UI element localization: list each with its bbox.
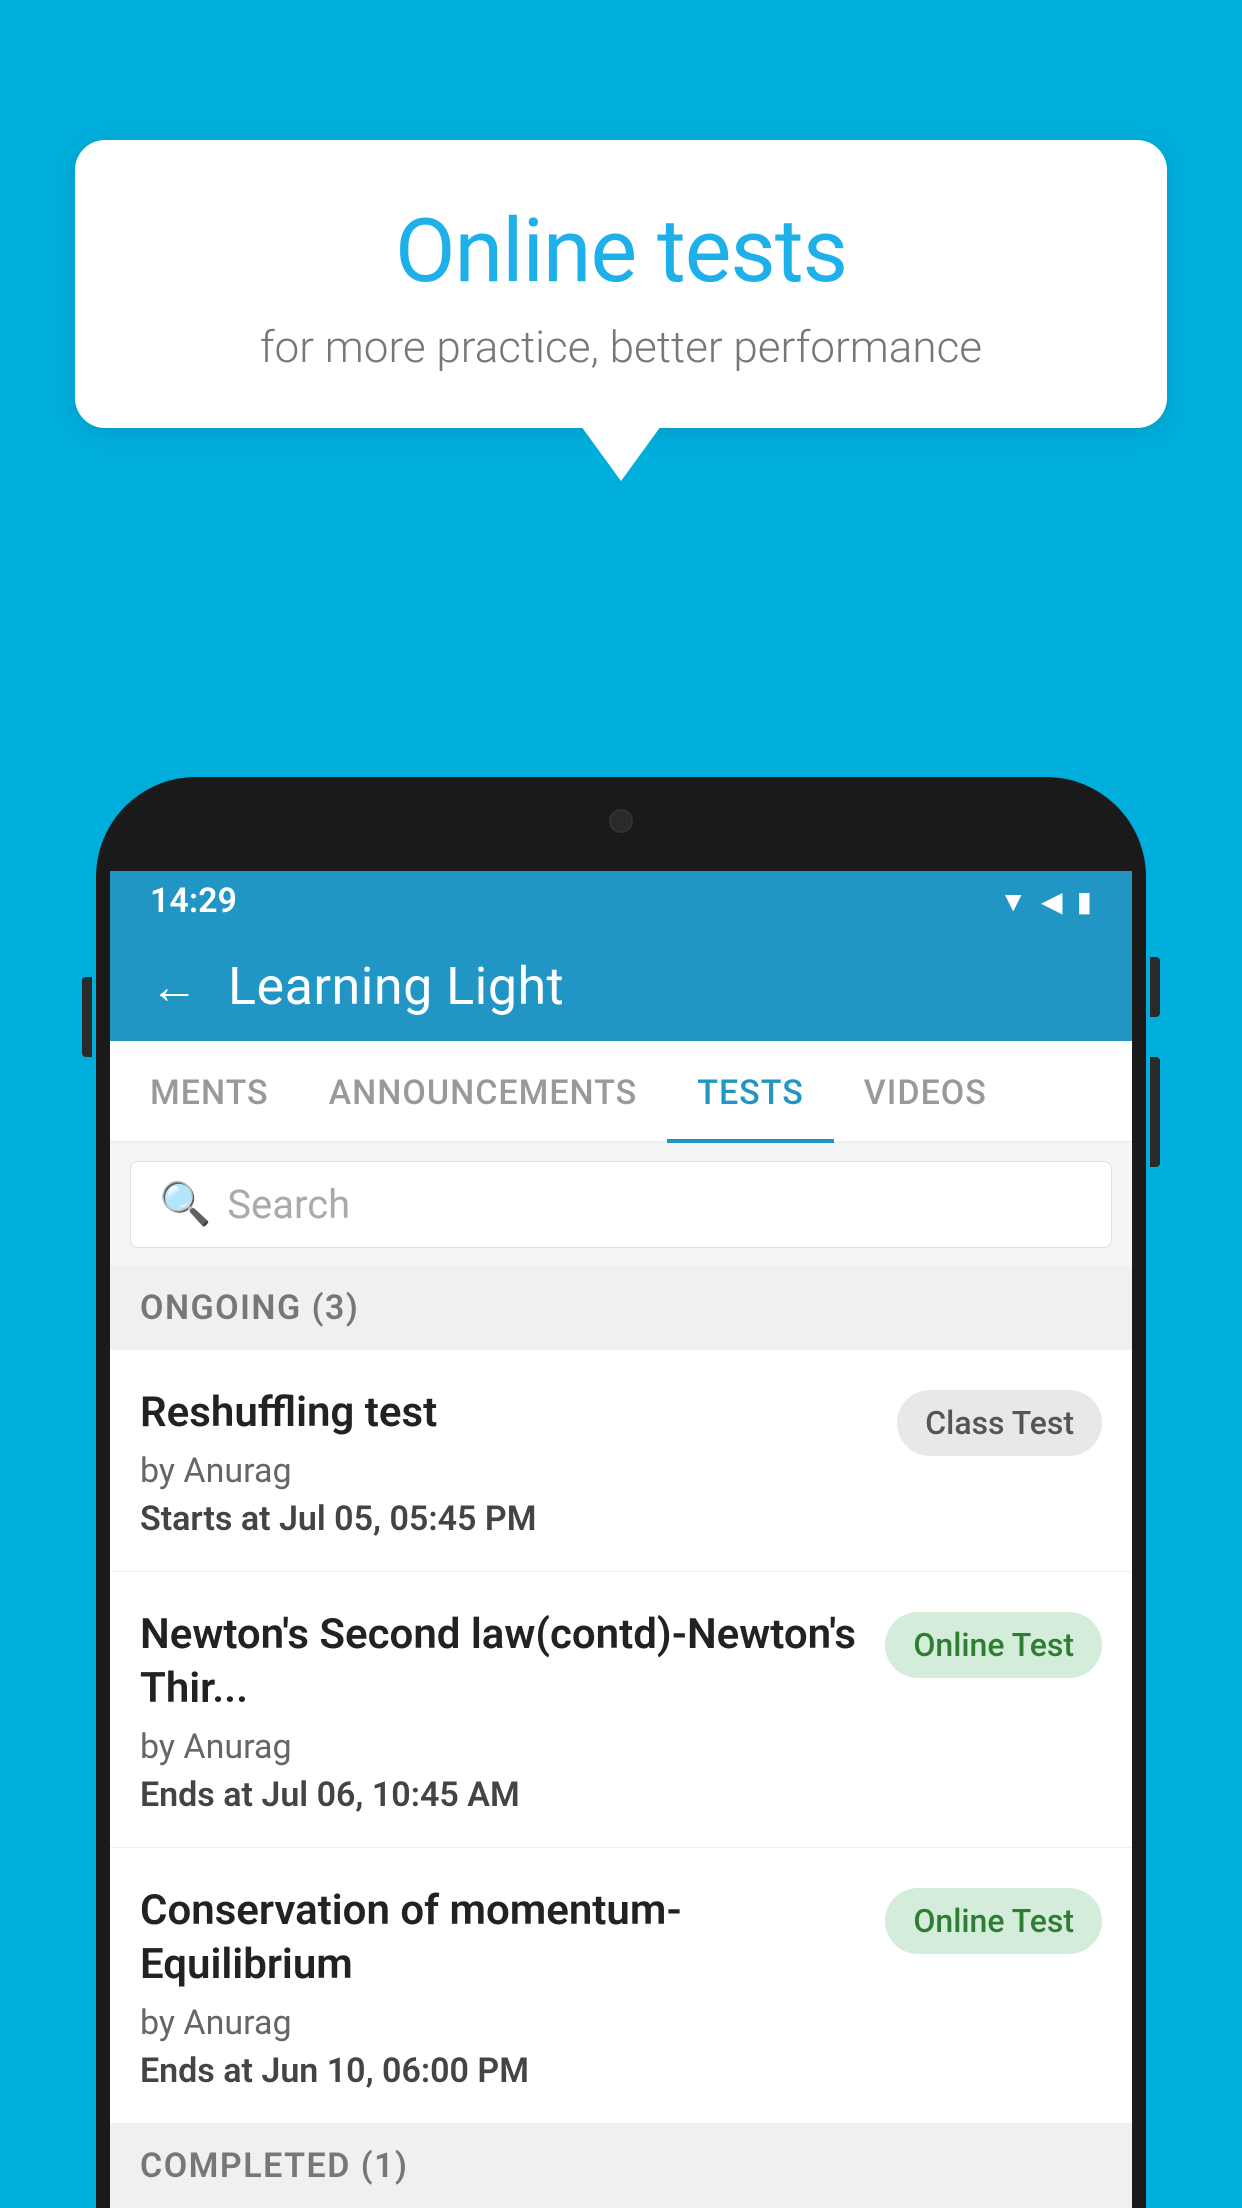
test-title-3: Conservation of momentum-Equilibrium [140, 1884, 865, 1993]
volume-button [82, 977, 92, 1057]
test-date-2: Ends at Jul 06, 10:45 AM [140, 1775, 865, 1815]
badge-online-test-3: Online Test [885, 1888, 1102, 1954]
status-bar: 14:29 ▼ ◀ ▮ [110, 871, 1132, 931]
test-info-1: Reshuffling test by Anurag Starts at Jul… [140, 1386, 897, 1539]
test-author-2: by Anurag [140, 1727, 865, 1767]
phone-frame: 14:29 ▼ ◀ ▮ ← Learning Light MENTS ANNOU… [96, 777, 1146, 2208]
volume-button-right [1150, 1057, 1160, 1167]
back-button[interactable]: ← [150, 958, 198, 1015]
test-author-3: by Anurag [140, 2003, 865, 2043]
signal-icon: ◀ [1041, 885, 1063, 918]
speech-bubble-title: Online tests [145, 200, 1097, 303]
test-title-1: Reshuffling test [140, 1386, 877, 1441]
camera [609, 809, 633, 833]
test-date-1: Starts at Jul 05, 05:45 PM [140, 1499, 877, 1539]
app-title: Learning Light [228, 956, 564, 1017]
search-icon: 🔍 [159, 1180, 211, 1229]
tab-videos[interactable]: VIDEOS [834, 1041, 1017, 1141]
phone-notch-area [110, 791, 1132, 871]
badge-online-test-2: Online Test [885, 1612, 1102, 1678]
status-time: 14:29 [150, 881, 237, 921]
phone-notch [501, 791, 741, 851]
power-button [1150, 957, 1160, 1017]
phone-inner: 14:29 ▼ ◀ ▮ ← Learning Light MENTS ANNOU… [110, 871, 1132, 2208]
badge-class-test-1: Class Test [897, 1390, 1102, 1456]
speech-bubble-subtitle: for more practice, better performance [145, 321, 1097, 373]
tab-ments[interactable]: MENTS [120, 1041, 299, 1141]
ongoing-section-header: ONGOING (3) [110, 1266, 1132, 1350]
tabs-container: MENTS ANNOUNCEMENTS TESTS VIDEOS [110, 1041, 1132, 1143]
battery-icon: ▮ [1077, 885, 1092, 918]
tab-announcements[interactable]: ANNOUNCEMENTS [299, 1041, 668, 1141]
ongoing-section-title: ONGOING (3) [140, 1288, 1102, 1328]
test-item-2[interactable]: Newton's Second law(contd)-Newton's Thir… [110, 1572, 1132, 1848]
test-info-2: Newton's Second law(contd)-Newton's Thir… [140, 1608, 885, 1815]
search-placeholder: Search [227, 1181, 350, 1228]
phone-container: 14:29 ▼ ◀ ▮ ← Learning Light MENTS ANNOU… [96, 777, 1146, 2208]
test-title-2: Newton's Second law(contd)-Newton's Thir… [140, 1608, 865, 1717]
test-item-3[interactable]: Conservation of momentum-Equilibrium by … [110, 1848, 1132, 2124]
wifi-icon: ▼ [999, 885, 1027, 918]
completed-section-header: COMPLETED (1) [110, 2124, 1132, 2208]
test-item-1[interactable]: Reshuffling test by Anurag Starts at Jul… [110, 1350, 1132, 1572]
search-bar[interactable]: 🔍 Search [130, 1161, 1112, 1248]
test-info-3: Conservation of momentum-Equilibrium by … [140, 1884, 885, 2091]
tab-tests[interactable]: TESTS [667, 1041, 834, 1141]
speech-bubble-tail [581, 426, 661, 481]
completed-section-title: COMPLETED (1) [140, 2146, 1102, 2186]
test-date-3: Ends at Jun 10, 06:00 PM [140, 2051, 865, 2091]
search-container: 🔍 Search [110, 1143, 1132, 1266]
speech-bubble-container: Online tests for more practice, better p… [75, 140, 1167, 481]
status-icons: ▼ ◀ ▮ [999, 885, 1092, 918]
speech-bubble: Online tests for more practice, better p… [75, 140, 1167, 428]
app-header: ← Learning Light [110, 931, 1132, 1041]
test-author-1: by Anurag [140, 1451, 877, 1491]
